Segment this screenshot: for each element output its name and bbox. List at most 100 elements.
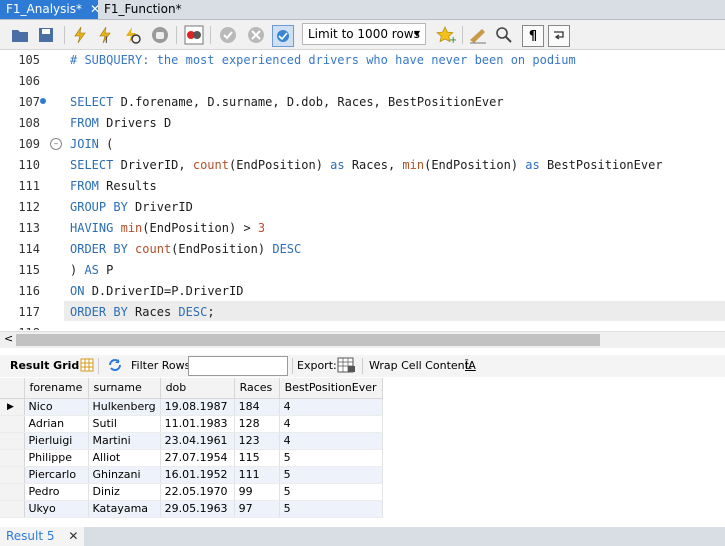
refresh-icon[interactable]: [107, 358, 123, 376]
export-icon[interactable]: [337, 357, 357, 377]
table-cell-surname[interactable]: Martini: [88, 432, 161, 450]
row-header[interactable]: ▶: [0, 398, 25, 416]
table-cell-surname[interactable]: Katayama: [88, 500, 161, 518]
table-cell-forename[interactable]: Pedro: [24, 483, 89, 501]
scrollbar-thumb[interactable]: [16, 334, 600, 346]
autocommit-icon[interactable]: [272, 25, 294, 47]
explain-icon[interactable]: [122, 25, 142, 45]
grid-layout-icon[interactable]: [80, 358, 94, 376]
chevron-left-icon[interactable]: <: [4, 332, 13, 345]
table-cell-forename[interactable]: Philippe: [24, 449, 89, 467]
column-header-races[interactable]: Races: [234, 378, 280, 399]
table-cell-bestpositionever[interactable]: 5: [279, 449, 383, 467]
table-cell-races[interactable]: 97: [234, 500, 280, 518]
table-row[interactable]: Philippe Alliot 27.07.1954 115 5: [0, 449, 383, 467]
column-header-bestpositionever[interactable]: BestPositionEver: [279, 378, 383, 399]
table-cell-forename[interactable]: Ukyo: [24, 500, 89, 518]
table-cell-surname[interactable]: Ericsson: [88, 517, 161, 518]
table-cell-dob[interactable]: 27.07.1954: [160, 449, 235, 467]
table-cell-dob[interactable]: 22.05.1970: [160, 483, 235, 501]
table-cell-surname[interactable]: Diniz: [88, 483, 161, 501]
save-icon[interactable]: [36, 25, 56, 45]
column-header-forename[interactable]: forename: [24, 378, 89, 399]
table-cell-forename[interactable]: Nico: [24, 398, 89, 416]
invisible-chars-icon[interactable]: ¶: [522, 25, 544, 47]
table-cell-races[interactable]: 99: [234, 483, 280, 501]
table-cell-races[interactable]: 128: [234, 415, 280, 433]
table-cell-dob[interactable]: 19.08.1987: [160, 398, 235, 416]
tab-f1-analysis[interactable]: F1_Analysis* ✕: [0, 0, 100, 19]
table-cell-races[interactable]: 115: [234, 449, 280, 467]
table-cell-races[interactable]: 123: [234, 432, 280, 450]
table-cell-dob[interactable]: 16.01.1952: [160, 466, 235, 484]
result-grid[interactable]: forename surname dob Races BestPositionE…: [0, 378, 725, 518]
table-cell-races[interactable]: 184: [234, 398, 280, 416]
line-number: 107: [18, 95, 40, 109]
tab-f1-function[interactable]: F1_Function*: [98, 0, 188, 19]
table-cell-bestpositionever[interactable]: 5: [279, 500, 383, 518]
folder-icon[interactable]: [10, 25, 30, 45]
table-row[interactable]: ▶ Nico Hulkenberg 19.08.1987 184 4: [0, 398, 383, 416]
result-tabs-bar: Result 5 ✕: [0, 527, 725, 546]
result-tab-label: Result 5: [6, 529, 55, 543]
table-cell-races[interactable]: 111: [234, 466, 280, 484]
column-header-dob[interactable]: dob: [160, 378, 235, 399]
beautify-icon[interactable]: [468, 25, 488, 45]
filter-rows-label: Filter Rows:: [131, 359, 195, 372]
table-cell-bestpositionever[interactable]: 8: [279, 517, 383, 518]
table-row[interactable]: Pedro Diniz 22.05.1970 99 5: [0, 483, 383, 501]
table-cell-surname[interactable]: Sutil: [88, 415, 161, 433]
close-icon[interactable]: ✕: [68, 529, 78, 543]
code-line: ON D.DriverID=P.DriverID: [70, 284, 244, 298]
tab-result-5[interactable]: Result 5 ✕: [0, 527, 85, 546]
table-row[interactable]: Ukyo Katayama 29.05.1963 97 5: [0, 500, 383, 518]
row-header[interactable]: [0, 415, 25, 433]
table-cell-dob[interactable]: 11.01.1983: [160, 415, 235, 433]
toggle-errors-icon[interactable]: [184, 25, 204, 45]
row-header[interactable]: [0, 500, 25, 518]
rollback-icon[interactable]: [246, 25, 266, 45]
lightning-cursor-icon[interactable]: I: [96, 25, 116, 45]
bookmark-star-icon[interactable]: +: [436, 25, 456, 45]
wrap-cell-icon[interactable]: ĪA: [465, 359, 476, 373]
fold-toggle-icon[interactable]: –: [50, 138, 62, 150]
table-cell-dob[interactable]: 23.04.1961: [160, 432, 235, 450]
table-cell-bestpositionever[interactable]: 4: [279, 415, 383, 433]
wrap-icon[interactable]: [548, 25, 570, 47]
line-number: 110: [18, 158, 40, 172]
table-row[interactable]: Piercarlo Ghinzani 16.01.1952 111 5: [0, 466, 383, 484]
row-header[interactable]: [0, 432, 25, 450]
table-row[interactable]: MarcusEricsson02.09.1990978: [0, 517, 383, 518]
table-cell-bestpositionever[interactable]: 4: [279, 432, 383, 450]
row-header[interactable]: [0, 483, 25, 501]
sql-editor[interactable]: 105 106 107 108 109 – 110 111 112 113 11…: [0, 50, 725, 330]
table-cell-races[interactable]: 97: [234, 517, 280, 518]
lightning-icon[interactable]: [70, 25, 90, 45]
row-header[interactable]: [0, 466, 25, 484]
table-cell-bestpositionever[interactable]: 5: [279, 483, 383, 501]
filter-rows-input[interactable]: [188, 356, 288, 376]
table-cell-bestpositionever[interactable]: 4: [279, 398, 383, 416]
row-header[interactable]: [0, 517, 25, 518]
table-cell-surname[interactable]: Hulkenberg: [88, 398, 161, 416]
chevron-down-icon: ▼: [413, 29, 420, 38]
find-icon[interactable]: [494, 25, 514, 45]
stop-icon[interactable]: [150, 25, 170, 45]
table-cell-surname[interactable]: Alliot: [88, 449, 161, 467]
column-header-surname[interactable]: surname: [88, 378, 161, 399]
result-grid-label[interactable]: Result Grid: [10, 359, 79, 373]
table-cell-forename[interactable]: Marcus: [24, 517, 89, 518]
table-cell-surname[interactable]: Ghinzani: [88, 466, 161, 484]
table-cell-dob[interactable]: 02.09.1990: [160, 517, 235, 518]
table-cell-forename[interactable]: Pierluigi: [24, 432, 89, 450]
row-header[interactable]: [0, 449, 25, 467]
table-row[interactable]: Pierluigi Martini 23.04.1961 123 4: [0, 432, 383, 450]
commit-icon[interactable]: [218, 25, 238, 45]
table-cell-dob[interactable]: 29.05.1963: [160, 500, 235, 518]
table-cell-bestpositionever[interactable]: 5: [279, 466, 383, 484]
limit-rows-select[interactable]: Limit to 1000 rows ▼: [302, 23, 426, 45]
editor-horizontal-scrollbar[interactable]: <: [0, 331, 725, 348]
table-row[interactable]: Adrian Sutil 11.01.1983 128 4: [0, 415, 383, 433]
table-cell-forename[interactable]: Adrian: [24, 415, 89, 433]
table-cell-forename[interactable]: Piercarlo: [24, 466, 89, 484]
